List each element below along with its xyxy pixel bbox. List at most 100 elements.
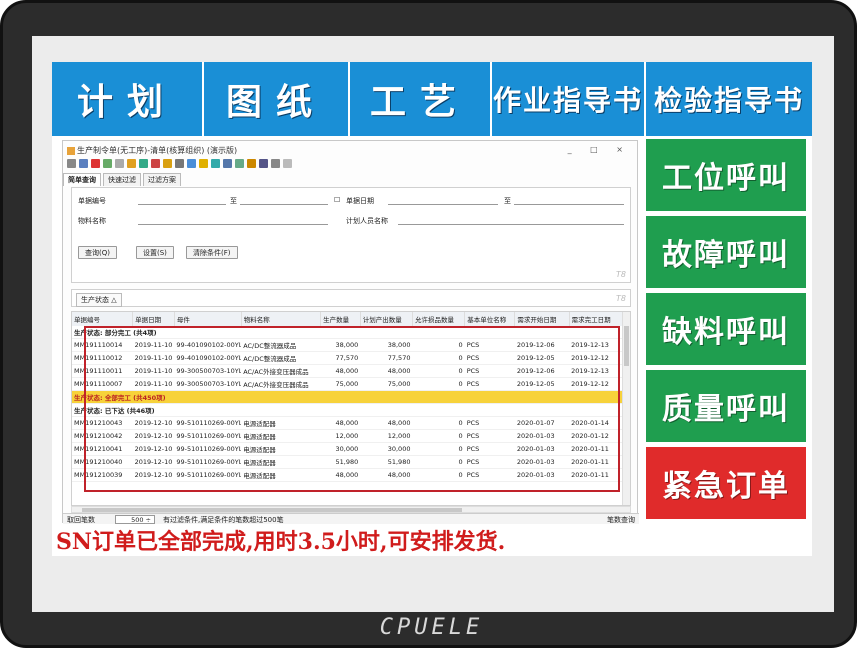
help-icon[interactable]: [271, 159, 280, 168]
delete-icon[interactable]: [91, 159, 100, 168]
erp-window: 生产制令单(无工序)-清单(核算组织) (演示版) _ □ × 简单查询 快速过…: [62, 140, 639, 525]
table-row[interactable]: MM191110011 2019-11-10 99-300500703-10YL AC…: [72, 364, 624, 378]
audit-icon[interactable]: [139, 159, 148, 168]
table-cell: 48,000: [320, 468, 361, 482]
table-row[interactable]: MM191210042 2019-12-10 99-510110269-00YL 电源…: [72, 429, 624, 443]
status-message: SN订单已全部完成,用时3.5小时,可安排发货.: [52, 528, 812, 556]
fault-call-button[interactable]: 故障呼叫: [646, 216, 806, 288]
table-cell: 99-300500703-10YL: [174, 377, 242, 391]
vertical-scrollbar[interactable]: [622, 312, 630, 505]
export-icon[interactable]: [163, 159, 172, 168]
save-icon[interactable]: [127, 159, 136, 168]
material-label: 物料名称: [78, 217, 106, 225]
query-icon[interactable]: [259, 159, 268, 168]
table-cell: PCS: [464, 468, 515, 482]
tab-quick-filter[interactable]: 快速过滤: [103, 173, 141, 186]
table-cell: 99-300500703-10YL: [174, 364, 242, 378]
table-cell: 2019-12-13: [569, 338, 624, 352]
table-row[interactable]: MM191210039 2019-12-10 99-510110269-00YL 电源…: [72, 468, 624, 482]
doc-no-to-input[interactable]: [240, 204, 328, 205]
table-cell: 38,000: [360, 338, 413, 352]
fetch-count-input[interactable]: 500 ÷: [115, 515, 155, 524]
table-cell: PCS: [464, 429, 515, 443]
group-label: 生产状态: 已下达 (共46项): [72, 403, 624, 417]
clear-conditions-button[interactable]: 清除条件(F): [186, 246, 238, 259]
material-shortage-call-button[interactable]: 缺料呼叫: [646, 293, 806, 365]
col-allowed-loss[interactable]: 允许损品数量: [412, 312, 466, 326]
table-row[interactable]: MM191110014 2019-11-10 99-401090102-00YL AC…: [72, 338, 624, 352]
planner-input[interactable]: [398, 224, 624, 225]
horizontal-scrollbar[interactable]: [71, 506, 631, 513]
group-row[interactable]: 生产状态: 部分完工 (共4项): [72, 326, 624, 339]
copy-icon[interactable]: [103, 159, 112, 168]
table-cell: 0: [412, 338, 465, 352]
new-icon[interactable]: [67, 159, 76, 168]
group-row[interactable]: 生产状态: 全部完工 (共450项): [72, 390, 624, 404]
doc-no-from-input[interactable]: [138, 204, 226, 205]
col-qty[interactable]: 生产数量: [320, 312, 361, 326]
col-parent[interactable]: 母件: [174, 312, 242, 326]
unaudit-icon[interactable]: [151, 159, 160, 168]
urgent-order-button[interactable]: 紧急订单: [646, 447, 806, 519]
table-cell: 2020-01-11: [569, 455, 624, 469]
table-row[interactable]: MM191210043 2019-12-10 99-510110269-00YL 电源…: [72, 416, 624, 430]
plan-button[interactable]: 计划: [52, 62, 204, 136]
group-row[interactable]: 生产状态: 已下达 (共46项): [72, 403, 624, 417]
process-button[interactable]: 工艺: [350, 62, 492, 136]
table-cell: 0: [412, 442, 465, 456]
table-cell: AC/DC整流器成品: [241, 338, 321, 352]
query-button[interactable]: 查询(Q): [78, 246, 117, 259]
chart-icon[interactable]: [247, 159, 256, 168]
drawing-button[interactable]: 图纸: [204, 62, 350, 136]
work-instruction-button[interactable]: 作业指导书: [492, 62, 646, 136]
col-doc-date[interactable]: 单据日期: [132, 312, 175, 326]
checkbox-icon[interactable]: ☐: [334, 196, 340, 204]
table-cell: 77,570: [360, 351, 413, 365]
column-icon[interactable]: [235, 159, 244, 168]
col-end-date[interactable]: 需求完工日期: [569, 312, 625, 326]
window-controls[interactable]: _ □ ×: [568, 145, 631, 154]
scroll-thumb-h[interactable]: [82, 508, 462, 512]
to-label: 至: [230, 197, 237, 205]
scroll-thumb[interactable]: [624, 326, 629, 366]
count-query-link[interactable]: 笔数查询: [607, 515, 635, 525]
quality-call-button[interactable]: 质量呼叫: [646, 370, 806, 442]
table-cell: 0: [412, 429, 465, 443]
col-planned-qty[interactable]: 计划产出数量: [360, 312, 413, 326]
tab-filter-scheme[interactable]: 过滤方案: [143, 173, 181, 186]
more-icon[interactable]: [283, 159, 292, 168]
table-cell: MM191110007: [72, 377, 133, 391]
table-cell: MM191210041: [72, 442, 133, 456]
col-material[interactable]: 物料名称: [241, 312, 322, 326]
inspection-instruction-button[interactable]: 检验指导书: [646, 62, 812, 136]
doc-date-from-input[interactable]: [388, 204, 498, 205]
col-doc-no[interactable]: 单据编号: [72, 312, 134, 326]
print-icon[interactable]: [175, 159, 184, 168]
table-cell: 99-510110269-00YL: [174, 455, 242, 469]
group-chip-status[interactable]: 生产状态 △: [76, 293, 122, 307]
filter-info: 有过滤条件,满足条件的笔数超过500笔: [163, 516, 284, 524]
table-cell: 2020-01-03: [514, 442, 570, 456]
table-cell: 2020-01-03: [514, 455, 570, 469]
col-unit[interactable]: 基本单位名称: [464, 312, 516, 326]
table-cell: 99-401090102-00YL: [174, 338, 242, 352]
table-row[interactable]: MM191210041 2019-12-10 99-510110269-00YL 电源…: [72, 442, 624, 456]
layout-icon[interactable]: [223, 159, 232, 168]
tab-simple-query[interactable]: 简单查询: [63, 173, 101, 186]
refresh-icon[interactable]: [211, 159, 220, 168]
doc-date-to-input[interactable]: [514, 204, 624, 205]
station-call-button[interactable]: 工位呼叫: [646, 139, 806, 211]
paste-icon[interactable]: [115, 159, 124, 168]
table-cell: 75,000: [320, 377, 361, 391]
table-row[interactable]: MM191110012 2019-11-10 99-401090102-00YL AC…: [72, 351, 624, 365]
table-cell: 51,980: [360, 455, 413, 469]
locate-icon[interactable]: [187, 159, 196, 168]
material-input[interactable]: [138, 224, 328, 225]
table-row[interactable]: MM191210040 2019-12-10 99-510110269-00YL 电源…: [72, 455, 624, 469]
settings-button[interactable]: 设置(S): [136, 246, 174, 259]
edit-icon[interactable]: [79, 159, 88, 168]
filter-icon[interactable]: [199, 159, 208, 168]
table-row[interactable]: MM191110007 2019-11-10 99-300500703-10YL AC…: [72, 377, 624, 391]
table-cell: PCS: [464, 416, 515, 430]
col-start-date[interactable]: 需求开始日期: [514, 312, 570, 326]
